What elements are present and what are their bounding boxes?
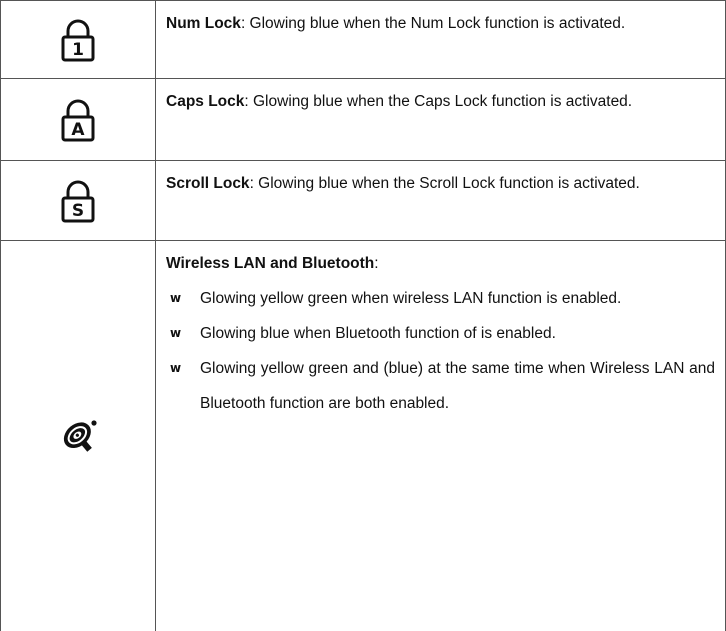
bullet-marker: w: [170, 326, 182, 340]
icon-cell: A: [1, 79, 156, 160]
list-item: w Glowing yellow green when wireless LAN…: [166, 281, 715, 316]
table-row: 1 Num Lock: Glowing blue when the Num Lo…: [1, 1, 725, 79]
bullet-text: Glowing yellow green and (blue) at the s…: [200, 360, 715, 412]
table-row: A Caps Lock: Glowing blue when the Caps …: [1, 79, 725, 161]
indicator-title: Caps Lock: [166, 93, 245, 110]
indicator-description: : Glowing blue when the Num Lock functio…: [240, 15, 626, 32]
svg-text:1: 1: [72, 40, 84, 60]
indicator-table: 1 Num Lock: Glowing blue when the Num Lo…: [0, 0, 726, 631]
title-colon: :: [374, 255, 379, 272]
svg-text:S: S: [72, 201, 84, 221]
icon-cell: 1: [1, 1, 156, 78]
bullet-list: w Glowing yellow green when wireless LAN…: [166, 281, 715, 421]
indicator-title: Num Lock: [166, 15, 241, 32]
icon-cell: [1, 241, 156, 631]
list-item: w Glowing blue when Bluetooth function o…: [166, 316, 715, 351]
bullet-text: Glowing yellow green when wireless LAN f…: [200, 290, 622, 307]
bullet-marker: w: [170, 361, 182, 375]
description-cell: Wireless LAN and Bluetooth: w Glowing ye…: [156, 241, 725, 631]
num-lock-icon: 1: [61, 19, 95, 61]
table-row: S Scroll Lock: Glowing blue when the Scr…: [1, 161, 725, 241]
bullet-marker: w: [170, 291, 182, 305]
table-row: Wireless LAN and Bluetooth: w Glowing ye…: [1, 241, 725, 631]
list-item: w Glowing yellow green and (blue) at the…: [166, 351, 715, 421]
svg-text:A: A: [71, 120, 85, 140]
icon-cell: S: [1, 161, 156, 240]
caps-lock-icon: A: [61, 99, 95, 141]
indicator-title: Scroll Lock: [166, 175, 250, 192]
indicator-description: : Glowing blue when the Scroll Lock func…: [249, 175, 640, 192]
wireless-bluetooth-icon: [63, 420, 97, 452]
indicator-title: Wireless LAN and Bluetooth: [166, 255, 375, 272]
indicator-description: : Glowing blue when the Caps Lock functi…: [244, 93, 633, 110]
description-cell: Num Lock: Glowing blue when the Num Lock…: [156, 1, 725, 78]
scroll-lock-icon: S: [61, 180, 95, 222]
description-cell: Caps Lock: Glowing blue when the Caps Lo…: [156, 79, 725, 160]
bullet-text: Glowing blue when Bluetooth function of …: [200, 325, 556, 342]
description-cell: Scroll Lock: Glowing blue when the Scrol…: [156, 161, 725, 240]
